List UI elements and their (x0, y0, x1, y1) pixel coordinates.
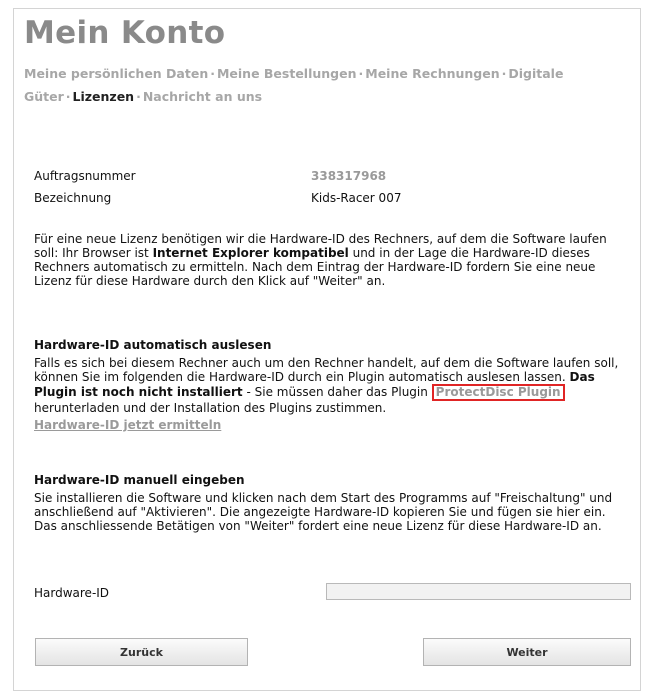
nav-separator: · (136, 89, 141, 104)
nav-invoices[interactable]: Meine Rechnungen (365, 66, 499, 81)
manual-text: Sie installieren die Software und klicke… (34, 491, 613, 533)
auto-text-2: - Sie müssen daher das Plugin (242, 385, 432, 399)
page-title: Mein Konto (24, 15, 226, 51)
order-name-label: Bezeichnung (34, 191, 112, 205)
auto-text-1: Falls es sich bei diesem Rechner auch um… (34, 356, 619, 384)
manual-section: Hardware-ID manuell eingeben Sie install… (34, 473, 624, 533)
order-number-label: Auftragsnummer (34, 169, 136, 183)
nav-orders[interactable]: Meine Bestellungen (217, 66, 357, 81)
hardware-id-input[interactable] (326, 583, 631, 600)
back-button[interactable]: Zurück (35, 638, 248, 666)
intro-text: Für eine neue Lizenz benötigen wir die H… (34, 232, 624, 288)
next-button[interactable]: Weiter (423, 638, 631, 666)
auto-text-3: herunterladen und der Installation des P… (34, 401, 387, 415)
account-nav: Meine persönlichen Daten · Meine Bestellun… (24, 62, 629, 108)
nav-licenses[interactable]: Lizenzen (73, 89, 135, 104)
auto-section: Hardware-ID automatisch auslesen Falls e… (34, 338, 624, 432)
protectdisc-plugin-link[interactable]: ProtectDisc Plugin (431, 384, 565, 401)
order-name-value: Kids-Racer 007 (311, 191, 402, 205)
nav-separator: · (210, 66, 215, 81)
intro-bold: Internet Explorer kompatibel (152, 246, 349, 260)
nav-personal-data[interactable]: Meine persönlichen Daten (24, 66, 208, 81)
auto-heading: Hardware-ID automatisch auslesen (34, 338, 272, 352)
nav-message[interactable]: Nachricht an uns (143, 89, 262, 104)
order-number-value: 338317968 (311, 169, 387, 183)
manual-heading: Hardware-ID manuell eingeben (34, 473, 245, 487)
determine-hardware-id-link[interactable]: Hardware-ID jetzt ermitteln (34, 418, 221, 432)
nav-separator: · (65, 89, 71, 104)
hardware-id-label: Hardware-ID (34, 586, 110, 600)
account-panel: Mein Konto Meine persönlichen Daten · Mein… (13, 8, 641, 691)
nav-separator: · (358, 66, 364, 81)
